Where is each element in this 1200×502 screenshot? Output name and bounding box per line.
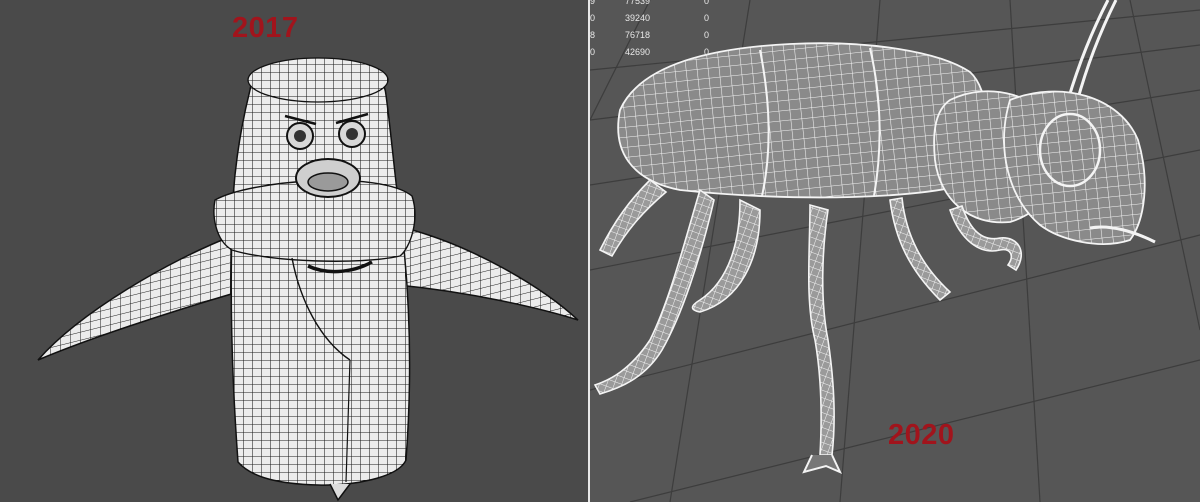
- stats-cell: 39240: [625, 13, 651, 23]
- stats-cell: 0: [704, 13, 710, 23]
- stats-cell: 0: [704, 0, 710, 6]
- stats-cell: 77539: [625, 0, 651, 6]
- stats-cell: 0: [704, 30, 710, 40]
- stats-cell: 76718: [625, 30, 651, 40]
- viewport-2017: 2017: [0, 0, 588, 502]
- character-wireframe-2017: [37, 57, 579, 502]
- year-label-2020: 2020: [888, 419, 955, 451]
- stats-row: 9 77539 0: [590, 0, 730, 7]
- stats-row: 0 39240 0: [590, 13, 730, 24]
- body-mesh: [230, 61, 411, 486]
- stats-cell: 42690: [625, 47, 651, 57]
- legs: [593, 178, 1022, 456]
- stats-row: 8 76718 0: [590, 30, 730, 41]
- compound-eye: [1038, 112, 1102, 188]
- stats-cell: 0: [590, 13, 596, 23]
- year-label-2017: 2017: [232, 12, 299, 44]
- comparison-image: 2017 9 77539 0 0 39240 0 8 76718 0 0 426…: [0, 0, 1200, 502]
- stats-cell: 9: [590, 0, 596, 6]
- stats-row: 0 42690 0: [590, 47, 730, 58]
- stats-cell: 8: [590, 30, 596, 40]
- abdomen: [617, 42, 989, 199]
- right-arm: [397, 227, 579, 321]
- stats-cell: 0: [704, 47, 710, 57]
- antenna: [1066, 0, 1118, 103]
- left-arm: [37, 234, 239, 361]
- stats-cell: 0: [590, 47, 596, 57]
